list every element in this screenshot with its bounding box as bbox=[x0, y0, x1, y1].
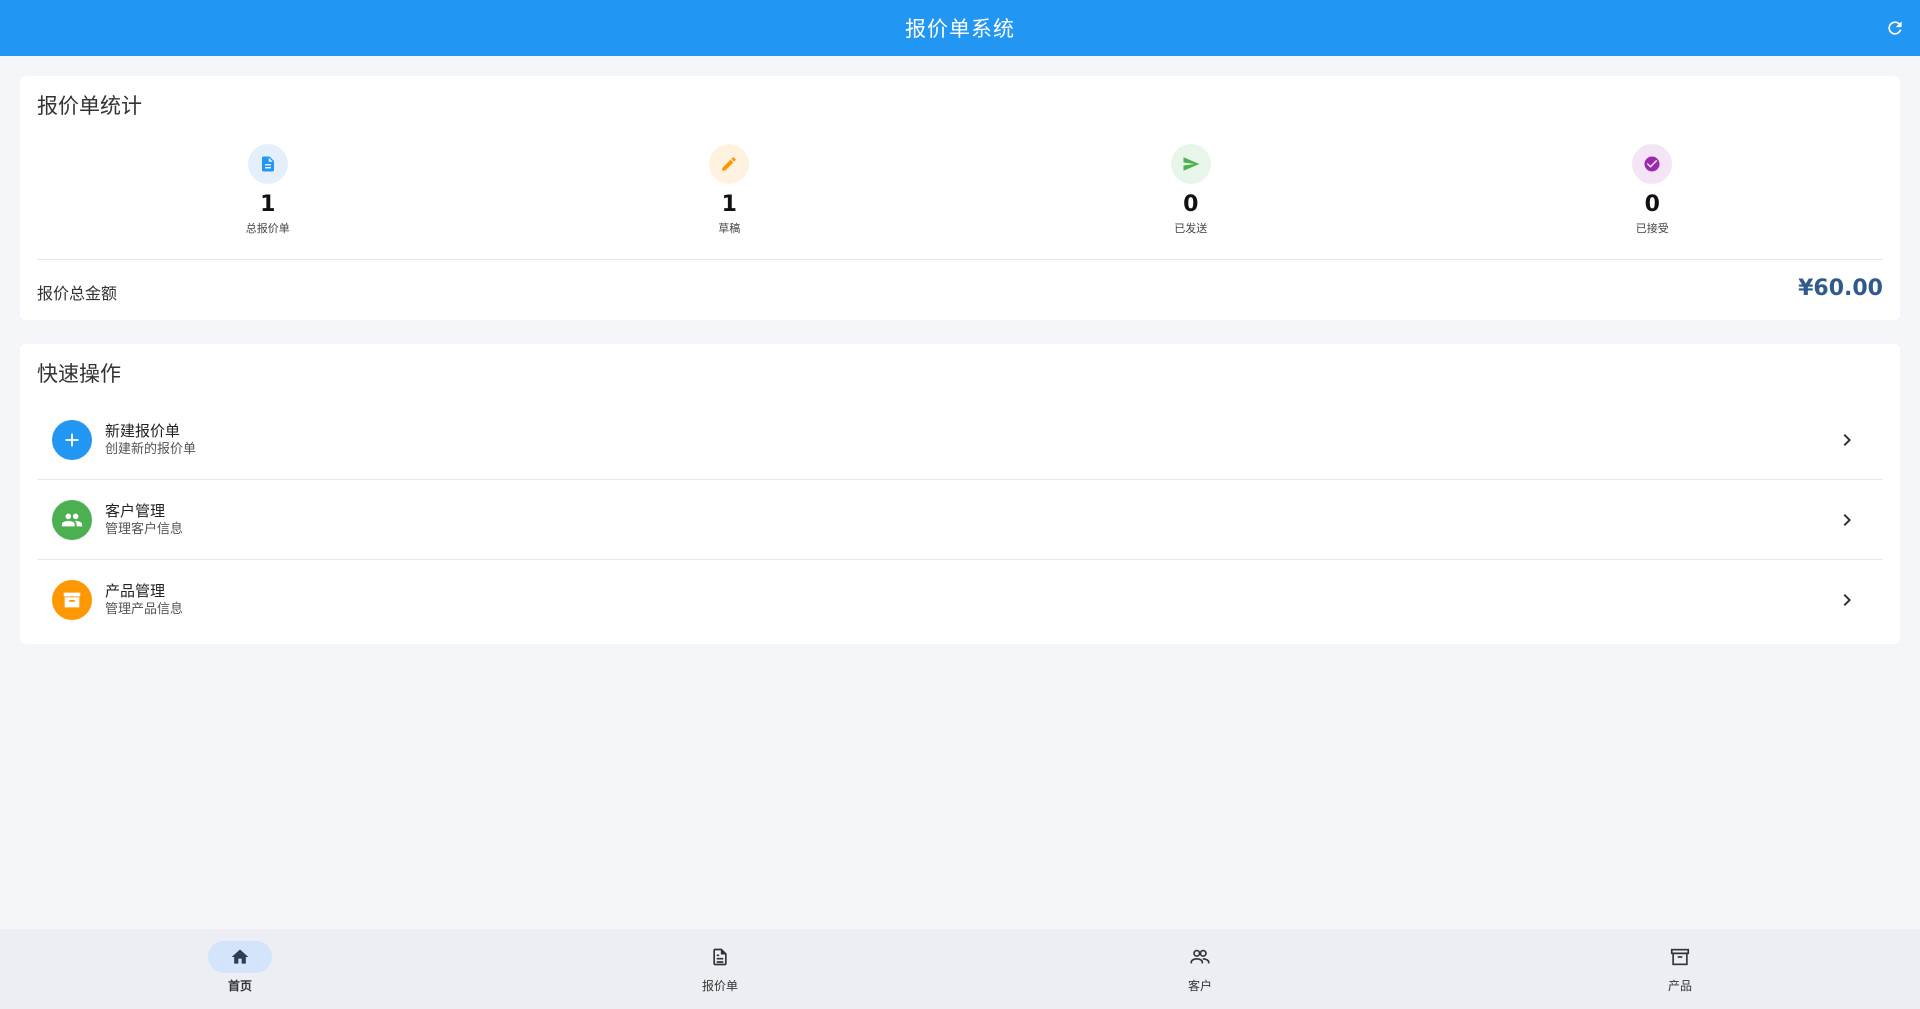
archive-icon bbox=[63, 592, 81, 608]
people-outline-icon bbox=[1190, 949, 1210, 964]
total-amount-value: ¥60.00 bbox=[1798, 276, 1883, 301]
total-amount-label: 报价总金额 bbox=[37, 284, 118, 303]
nav-icon-wrap bbox=[688, 941, 752, 973]
stats-row: 1 总报价单 1 草稿 0 已发送 0 已接受 bbox=[37, 144, 1883, 244]
nav-quotes[interactable]: 报价单 bbox=[480, 929, 960, 1009]
stat-icon-bg bbox=[247, 144, 288, 184]
stat-icon-bg bbox=[1632, 144, 1673, 184]
new-quote-action[interactable]: 新建报价单 创建新的报价单 bbox=[37, 400, 1883, 480]
action-subtitle: 管理产品信息 bbox=[105, 602, 184, 617]
nav-icon-wrap bbox=[1168, 941, 1232, 973]
chevron-right-icon bbox=[1843, 434, 1851, 446]
customer-management-action[interactable]: 客户管理 管理客户信息 bbox=[37, 480, 1883, 560]
quick-actions-card: 快速操作 新建报价单 创建新的报价单 客户管理 管理客户信息 产品管理 管理产品… bbox=[20, 344, 1900, 644]
action-subtitle: 创建新的报价单 bbox=[105, 441, 197, 457]
stat-draft: 1 草稿 bbox=[499, 144, 961, 244]
nav-label: 产品 bbox=[1667, 979, 1692, 993]
stat-value: 0 bbox=[1644, 192, 1660, 217]
stat-sent: 0 已发送 bbox=[960, 144, 1422, 244]
action-text: 产品管理 管理产品信息 bbox=[105, 581, 183, 619]
stat-icon-bg bbox=[1170, 144, 1211, 184]
refresh-button[interactable] bbox=[1882, 15, 1908, 41]
product-management-action[interactable]: 产品管理 管理产品信息 bbox=[37, 560, 1883, 640]
send-icon bbox=[1183, 157, 1199, 171]
bottom-nav: 首页 报价单 客户 产品 bbox=[0, 929, 1920, 1009]
chevron-right-icon bbox=[1843, 594, 1851, 606]
nav-home[interactable]: 首页 bbox=[0, 929, 480, 1009]
stat-label: 已发送 bbox=[1174, 222, 1208, 235]
action-title: 新建报价单 bbox=[105, 421, 181, 440]
stat-icon-bg bbox=[709, 144, 750, 184]
archive-outline-icon bbox=[1670, 948, 1690, 966]
action-text: 新建报价单 创建新的报价单 bbox=[105, 421, 196, 459]
nav-products[interactable]: 产品 bbox=[1440, 929, 1920, 1009]
app-title: 报价单系统 bbox=[905, 17, 1015, 41]
app-bar: 报价单系统 bbox=[0, 0, 1920, 56]
stat-value: 1 bbox=[721, 192, 737, 217]
nav-label: 报价单 bbox=[701, 979, 738, 993]
action-title: 客户管理 bbox=[105, 501, 166, 520]
action-icon-bg bbox=[52, 580, 92, 620]
nav-label: 客户 bbox=[1187, 979, 1212, 993]
document-icon bbox=[261, 156, 274, 172]
stat-label: 已接受 bbox=[1635, 222, 1669, 235]
nav-label: 首页 bbox=[227, 979, 252, 993]
stat-value: 1 bbox=[260, 192, 276, 217]
document-outline-icon bbox=[713, 948, 727, 966]
people-icon bbox=[61, 513, 83, 526]
pencil-icon bbox=[722, 157, 737, 171]
action-list: 新建报价单 创建新的报价单 客户管理 管理客户信息 产品管理 管理产品信息 bbox=[37, 400, 1883, 640]
nav-icon-wrap bbox=[1648, 941, 1712, 973]
stats-card: 报价单统计 1 总报价单 1 草稿 0 已发送 0 已接受 报价总金额 ¥60.… bbox=[20, 76, 1900, 320]
chevron-right-icon bbox=[1843, 514, 1851, 526]
quick-actions-title: 快速操作 bbox=[37, 362, 121, 386]
stat-label: 草稿 bbox=[718, 222, 741, 235]
home-icon bbox=[231, 949, 249, 964]
nav-customers[interactable]: 客户 bbox=[960, 929, 1440, 1009]
action-icon-bg bbox=[52, 499, 92, 540]
stat-accepted: 0 已接受 bbox=[1422, 144, 1884, 244]
check-circle-icon bbox=[1644, 156, 1660, 172]
plus-icon bbox=[65, 433, 79, 446]
stat-label: 总报价单 bbox=[245, 222, 290, 235]
nav-icon-wrap bbox=[208, 941, 272, 973]
stat-value: 0 bbox=[1183, 192, 1199, 217]
action-text: 客户管理 管理客户信息 bbox=[105, 501, 183, 539]
action-title: 产品管理 bbox=[105, 582, 166, 600]
action-subtitle: 管理客户信息 bbox=[105, 521, 184, 537]
refresh-icon bbox=[1888, 21, 1902, 35]
stat-total: 1 总报价单 bbox=[37, 144, 499, 244]
divider bbox=[37, 259, 1883, 260]
stats-title: 报价单统计 bbox=[37, 94, 142, 118]
action-icon-bg bbox=[52, 419, 92, 460]
